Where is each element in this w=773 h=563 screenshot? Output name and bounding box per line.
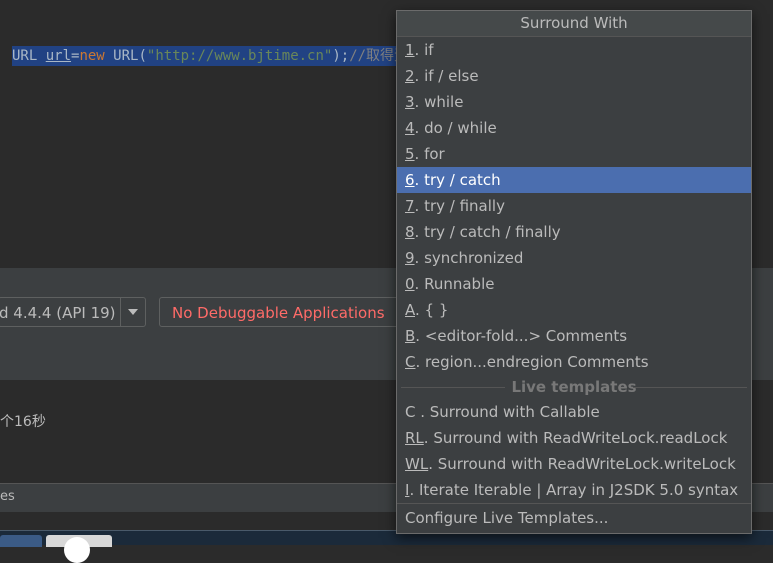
- surround-option-synchronized[interactable]: 9. synchronized: [397, 245, 751, 271]
- code-token-comment: //取得资: [349, 48, 402, 64]
- option-label: . Surround with ReadWriteLock.writeLock: [428, 455, 736, 473]
- mnemonic: 8: [405, 223, 415, 241]
- section-label: Live templates: [505, 378, 643, 396]
- template-callable[interactable]: C . Surround with Callable: [397, 399, 751, 425]
- surround-option-for[interactable]: 5. for: [397, 141, 751, 167]
- mnemonic: 7: [405, 197, 415, 215]
- debuggable-apps-dropdown[interactable]: No Debuggable Applications: [159, 297, 409, 327]
- device-dropdown-label: d 4.4.4 (API 19): [0, 304, 116, 322]
- mnemonic: 4: [405, 119, 415, 137]
- option-label: . Runnable: [414, 275, 495, 293]
- app-icon: [64, 537, 90, 563]
- surround-option-editor-fold[interactable]: B. <editor-fold...> Comments: [397, 323, 751, 349]
- surround-option-runnable[interactable]: 0. Runnable: [397, 271, 751, 297]
- template-iterate[interactable]: I. Iterate Iterable | Array in J2SDK 5.0…: [397, 477, 751, 503]
- chevron-down-icon[interactable]: [120, 298, 145, 326]
- surround-option-region[interactable]: C. region...endregion Comments: [397, 349, 751, 375]
- option-label: . region...endregion Comments: [415, 353, 649, 371]
- mnemonic: B: [405, 327, 416, 345]
- taskbar-button[interactable]: [46, 535, 112, 563]
- option-label: . if / else: [414, 67, 479, 85]
- surround-option-do-while[interactable]: 4. do / while: [397, 115, 751, 141]
- mnemonic: 9: [405, 249, 415, 267]
- option-label: . if: [414, 41, 434, 59]
- live-templates-header: Live templates: [397, 375, 751, 399]
- code-token: URL: [12, 48, 46, 64]
- option-label: . while: [414, 93, 464, 111]
- option-label: . <editor-fold...> Comments: [415, 327, 628, 345]
- template-writelock[interactable]: WL. Surround with ReadWriteLock.writeLoc…: [397, 451, 751, 477]
- option-label: . synchronized: [414, 249, 524, 267]
- mnemonic: RL: [405, 429, 424, 447]
- mnemonic: 5: [405, 145, 415, 163]
- surround-option-if-else[interactable]: 2. if / else: [397, 63, 751, 89]
- tool-window-tab-label[interactable]: es: [0, 489, 15, 504]
- surround-option-braces[interactable]: A. { }: [397, 297, 751, 323]
- surround-option-try-finally[interactable]: 7. try / finally: [397, 193, 751, 219]
- selected-code-line[interactable]: URL url=new URL("http://www.bjtime.cn");…: [12, 46, 402, 66]
- code-token-variable: url: [45, 48, 72, 64]
- mnemonic: C: [405, 353, 416, 371]
- surround-option-if[interactable]: 1. if: [397, 37, 751, 63]
- surround-option-try-catch[interactable]: 6. try / catch: [397, 167, 751, 193]
- mnemonic: WL: [405, 455, 429, 473]
- mnemonic: 2: [405, 67, 415, 85]
- surround-with-popup: Surround With 1. if 2. if / else 3. whil…: [396, 10, 752, 534]
- option-label: . { }: [415, 301, 449, 319]
- mnemonic: A: [405, 301, 415, 319]
- code-token: URL(: [104, 48, 147, 64]
- popup-title: Surround With: [397, 11, 751, 37]
- option-label: . Surround with ReadWriteLock.readLock: [423, 429, 728, 447]
- option-label: C . Surround with Callable: [405, 403, 600, 421]
- option-label: . try / catch: [414, 171, 501, 189]
- option-label: . Iterate Iterable | Array in J2SDK 5.0 …: [409, 481, 739, 499]
- mnemonic: 6: [405, 171, 415, 189]
- option-label: . try / catch / finally: [414, 223, 561, 241]
- template-readlock[interactable]: RL. Surround with ReadWriteLock.readLock: [397, 425, 751, 451]
- log-line: 个16秒: [0, 414, 46, 430]
- option-label: . do / while: [414, 119, 497, 137]
- taskbar-button[interactable]: [0, 535, 42, 547]
- code-token-keyword: new: [79, 48, 105, 64]
- code-token-string: "http://www.bjtime.cn": [146, 48, 333, 64]
- code-token: );: [332, 48, 350, 64]
- option-label: . for: [414, 145, 445, 163]
- surround-option-try-catch-finally[interactable]: 8. try / catch / finally: [397, 219, 751, 245]
- surround-option-while[interactable]: 3. while: [397, 89, 751, 115]
- device-dropdown[interactable]: d 4.4.4 (API 19): [0, 297, 146, 327]
- surround-options-list: 1. if 2. if / else 3. while 4. do / whil…: [397, 37, 751, 503]
- divider: [401, 387, 505, 388]
- divider: [633, 387, 747, 388]
- option-label: . try / finally: [414, 197, 505, 215]
- mnemonic: 0: [405, 275, 415, 293]
- configure-live-templates-link[interactable]: Configure Live Templates...: [397, 503, 751, 532]
- mnemonic: 1: [405, 41, 415, 59]
- mnemonic: 3: [405, 93, 415, 111]
